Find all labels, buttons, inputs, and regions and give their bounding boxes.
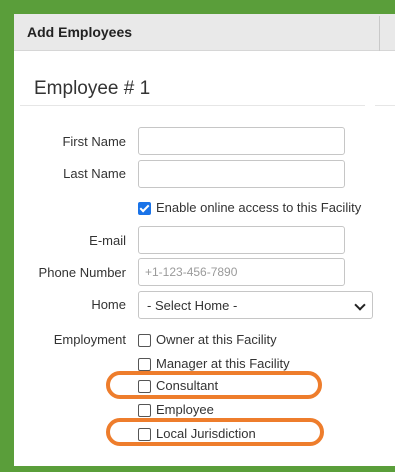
local-jurisdiction-checkbox[interactable]	[138, 428, 151, 441]
panel-title: Add Employees	[27, 24, 133, 40]
online-access-label: Enable online access to this Facility	[156, 200, 362, 215]
section-divider	[20, 105, 365, 106]
local-jurisdiction-label: Local Jurisdiction	[156, 426, 256, 441]
owner-label: Owner at this Facility	[156, 332, 277, 347]
employee-label: Employee	[156, 402, 214, 417]
online-access-checkbox[interactable]	[138, 202, 151, 215]
first-name-label: First Name	[62, 134, 126, 149]
home-label: Home	[91, 297, 126, 312]
last-name-field[interactable]	[138, 160, 345, 188]
manager-checkbox[interactable]	[138, 358, 151, 371]
header-divider	[379, 16, 380, 51]
panel-header: Add Employees	[14, 14, 395, 51]
owner-checkbox[interactable]	[138, 334, 151, 347]
employee-section-title: Employee # 1	[34, 78, 151, 99]
last-name-label: Last Name	[63, 166, 126, 181]
employee-checkbox[interactable]	[138, 404, 151, 417]
add-employees-panel: Add Employees Employee # 1 First Name La…	[14, 14, 395, 466]
home-select-value: - Select Home -	[147, 298, 238, 313]
manager-label: Manager at this Facility	[156, 356, 290, 371]
employment-label: Employment	[53, 332, 126, 347]
consultant-checkbox[interactable]	[138, 380, 151, 393]
home-select[interactable]: - Select Home -	[138, 291, 373, 319]
first-name-field[interactable]	[138, 127, 345, 155]
phone-field[interactable]	[138, 258, 345, 286]
consultant-label: Consultant	[156, 378, 219, 393]
phone-label: Phone Number	[38, 265, 126, 280]
email-field[interactable]	[138, 226, 345, 254]
chevron-down-icon	[354, 299, 366, 311]
section-divider-right	[375, 105, 395, 106]
email-label: E-mail	[89, 233, 126, 248]
